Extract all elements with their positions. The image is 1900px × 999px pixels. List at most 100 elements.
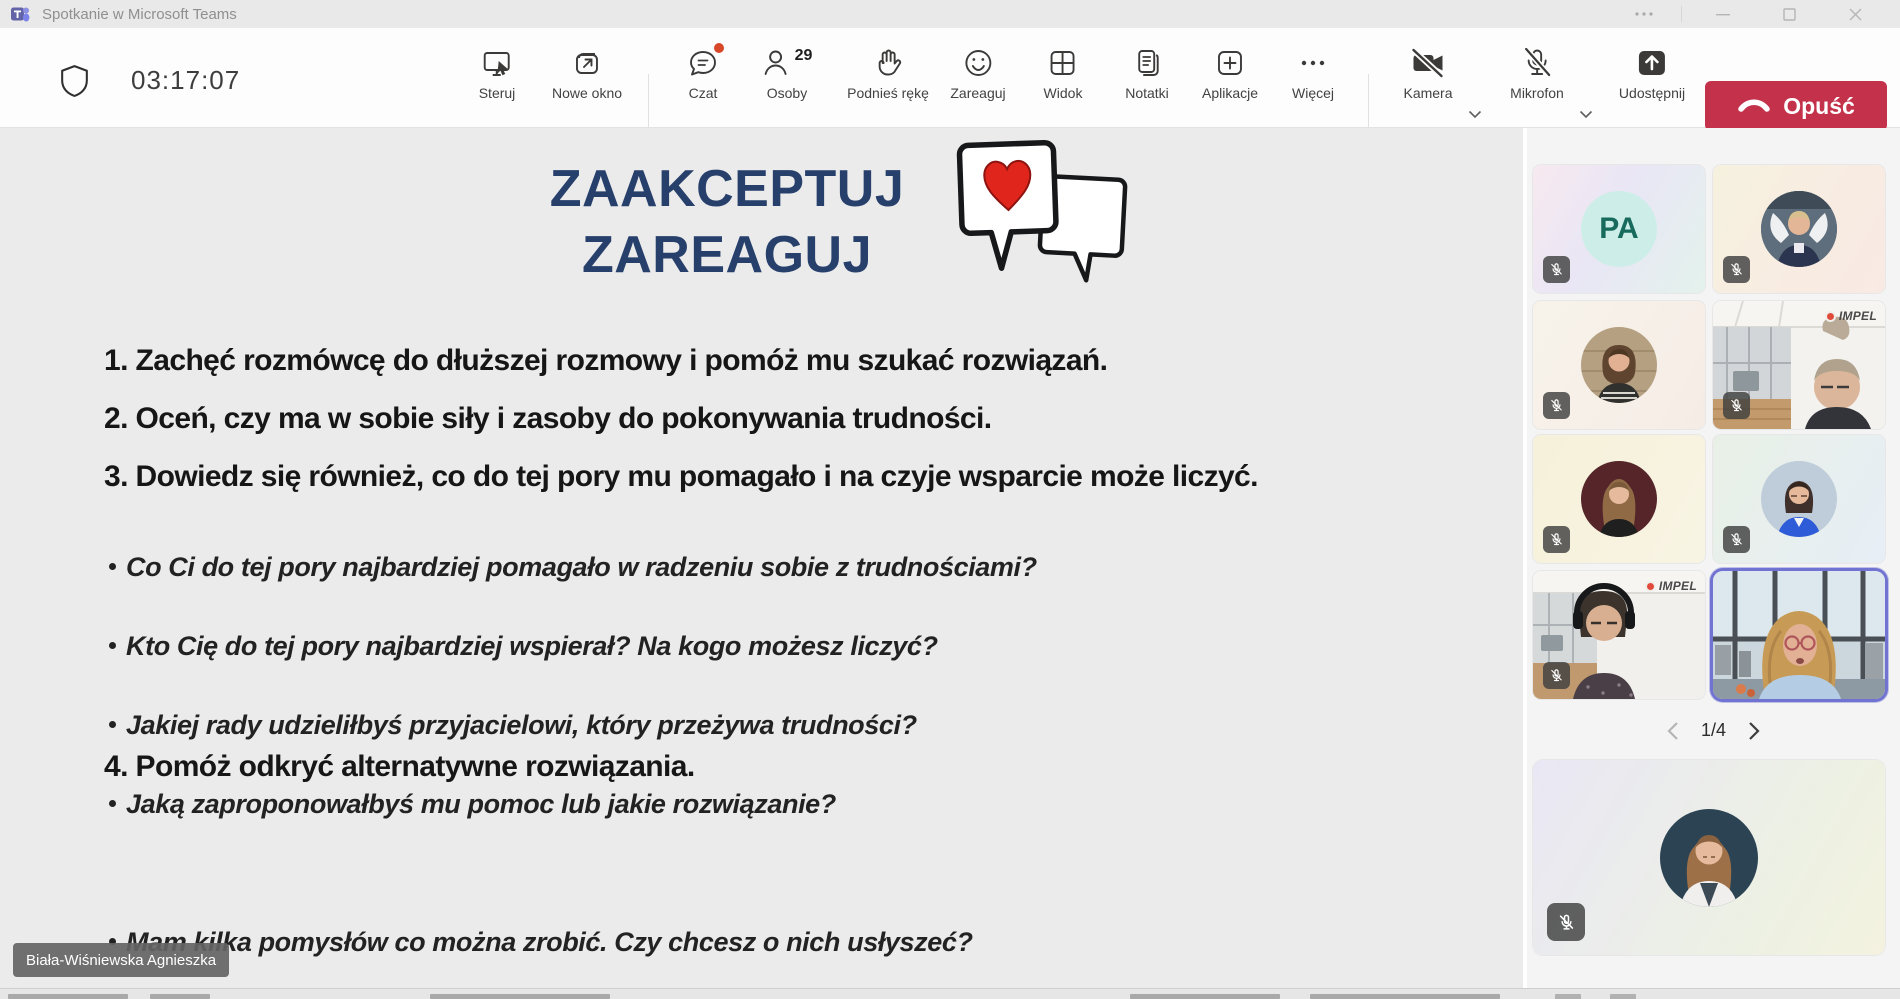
next-page-button[interactable] <box>1748 721 1761 741</box>
microphone-off-icon <box>1519 46 1555 80</box>
chat-notification-dot <box>714 43 724 53</box>
slide-item-1: 1. Zachęć rozmówcę do dłuższej rozmowy i… <box>104 342 1344 379</box>
avatar <box>1761 461 1837 537</box>
shield-icon <box>56 62 93 99</box>
slide-item-3: 3. Dowiedz się również, co do tej pory m… <box>104 458 1344 495</box>
page-indicator: 1/4 <box>1701 720 1726 741</box>
window-title: Spotkanie w Microsoft Teams <box>42 6 237 23</box>
participant-photo <box>1761 461 1837 537</box>
muted-mic-icon <box>1723 526 1750 553</box>
participant-tile-pa[interactable]: PA <box>1533 165 1705 293</box>
slide-item-2: 2. Oceń, czy ma w sobie siły i zasoby do… <box>104 400 1344 437</box>
leave-button[interactable]: Opuść <box>1705 81 1887 131</box>
camera-options-chevron[interactable] <box>1468 106 1482 124</box>
title-bar: Spotkanie w Microsoft Teams <box>0 0 1900 28</box>
new-window-button[interactable]: Nowe okno <box>552 46 622 101</box>
participant-photo <box>1761 191 1837 267</box>
apps-plus-icon <box>1213 46 1247 80</box>
minimize-button[interactable] <box>1700 0 1746 28</box>
slide-title-line2: ZAREAGUJ <box>517 222 937 288</box>
participant-tile-active-speaker[interactable] <box>1713 571 1885 699</box>
view-button[interactable]: Widok <box>1044 46 1083 101</box>
participant-photo <box>1581 461 1657 537</box>
slide-title-line1: ZAAKCEPTUJ <box>517 156 937 222</box>
slide-bullet-2: Kto Cię do tej pory najbardziej wspierał… <box>104 631 1344 662</box>
avatar <box>1581 461 1657 537</box>
microphone-button[interactable]: Mikrofon <box>1510 46 1564 101</box>
avatar <box>1660 809 1758 907</box>
participant-tile-video-headphones[interactable]: IMPEL <box>1533 571 1705 699</box>
toolbar-divider <box>1368 74 1369 136</box>
participant-tile-video-man[interactable]: IMPEL <box>1713 301 1885 429</box>
meeting-timer: 03:17:07 <box>56 62 240 99</box>
participant-photo <box>1581 327 1657 403</box>
grid-view-icon <box>1046 46 1080 80</box>
slide-bullet-4: Jaką zaproponowałbyś mu pomoc lub jakie … <box>104 789 1344 820</box>
camera-off-icon <box>1408 46 1448 80</box>
people-button[interactable]: 29 Osoby <box>762 46 813 101</box>
maximize-button[interactable] <box>1766 0 1812 28</box>
control-button[interactable]: Steruj <box>479 46 516 101</box>
raised-hand-icon <box>871 46 905 80</box>
previous-page-button[interactable] <box>1666 721 1679 741</box>
raise-hand-button[interactable]: Podnieś rękę <box>847 46 929 101</box>
heart-speech-bubbles-graphic <box>948 136 1138 311</box>
toolbar-divider <box>648 74 649 136</box>
gallery-pagination: 1/4 <box>1527 720 1900 741</box>
meeting-toolbar: 03:17:07 Steruj Nowe okno <box>0 28 1900 128</box>
titlebar-more-menu[interactable] <box>1622 0 1666 28</box>
apps-button[interactable]: Aplikacje <box>1202 46 1258 101</box>
spotlight-participant-tile[interactable] <box>1533 760 1885 955</box>
muted-mic-icon <box>1723 256 1750 283</box>
avatar-initials: PA <box>1581 191 1657 267</box>
new-window-icon <box>570 46 604 80</box>
ellipsis-icon <box>1296 46 1330 80</box>
muted-mic-icon <box>1723 392 1750 419</box>
share-button[interactable]: Udostępnij <box>1619 46 1685 101</box>
screen-control-icon <box>480 46 514 80</box>
muted-mic-icon <box>1543 256 1570 283</box>
impel-logo-dot <box>1825 311 1836 322</box>
timer-value: 03:17:07 <box>131 65 240 96</box>
chat-button[interactable]: Czat <box>686 46 720 101</box>
share-screen-icon <box>1635 46 1669 80</box>
teams-logo-icon <box>10 4 30 24</box>
presenter-name-label: Biała-Wiśniewska Agnieszka <box>13 943 229 977</box>
more-button[interactable]: Więcej <box>1292 46 1334 101</box>
muted-mic-icon <box>1547 903 1585 941</box>
avatar <box>1581 327 1657 403</box>
muted-mic-icon <box>1543 662 1570 689</box>
hang-up-icon <box>1737 97 1771 115</box>
notes-button[interactable]: Notatki <box>1125 46 1169 101</box>
react-button[interactable]: Zareaguj <box>950 46 1005 101</box>
impel-logo-dot <box>1645 581 1656 592</box>
participant-tile-brick[interactable] <box>1533 301 1705 429</box>
avatar: PA <box>1581 191 1657 267</box>
microphone-options-chevron[interactable] <box>1579 106 1593 124</box>
participant-tile-wings[interactable] <box>1713 165 1885 293</box>
slide-item-4: 4. Pomóż odkryć alternatywne rozwiązania… <box>104 748 1344 785</box>
people-icon <box>762 46 792 80</box>
impel-logo: IMPEL <box>1645 579 1697 593</box>
notes-icon <box>1130 46 1164 80</box>
participant-video <box>1713 571 1885 699</box>
impel-logo: IMPEL <box>1825 309 1877 323</box>
slide-bullet-1: Co Ci do tej pory najbardziej pomagało w… <box>104 552 1344 583</box>
participant-tile-blazer[interactable] <box>1713 435 1885 563</box>
muted-mic-icon <box>1543 526 1570 553</box>
shared-presentation: ZAAKCEPTUJ ZAREAGUJ 1. Zachęć rozmówcę d… <box>0 128 1523 988</box>
participant-photo <box>1660 809 1758 907</box>
titlebar-divider <box>1681 6 1682 22</box>
smiley-icon <box>961 46 995 80</box>
camera-button[interactable]: Kamera <box>1403 46 1452 101</box>
teams-meeting-window: Spotkanie w Microsoft Teams 03:17:07 <box>0 0 1900 999</box>
slide-title: ZAAKCEPTUJ ZAREAGUJ <box>517 156 937 288</box>
close-button[interactable] <box>1832 0 1878 28</box>
avatar <box>1761 191 1837 267</box>
muted-mic-icon <box>1543 392 1570 419</box>
participant-tile-maroon[interactable] <box>1533 435 1705 563</box>
slide-bullet-5: Mam kilka pomysłów co można zrobić. Czy … <box>104 927 1344 958</box>
background-window-edge <box>0 988 1900 999</box>
participants-sidebar: PA <box>1527 128 1900 988</box>
people-count: 29 <box>795 47 813 65</box>
